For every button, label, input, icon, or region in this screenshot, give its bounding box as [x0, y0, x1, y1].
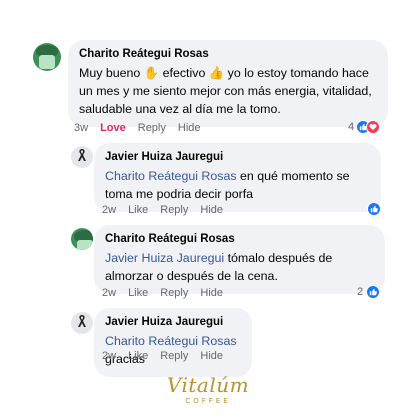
- comment-author[interactable]: Javier Huiza Jauregui: [105, 316, 241, 328]
- reaction-summary[interactable]: 4: [348, 120, 381, 134]
- like-button[interactable]: Like: [128, 350, 148, 362]
- comment-author[interactable]: Charito Reátegui Rosas: [105, 233, 374, 245]
- mention-link[interactable]: Charito Reátegui Rosas: [105, 334, 237, 348]
- black-ribbon-icon: [76, 148, 88, 167]
- avatar[interactable]: [71, 146, 93, 168]
- reply-button[interactable]: Reply: [160, 350, 188, 362]
- thumbs-up-emoji-icon: 👍: [208, 66, 225, 80]
- love-icon: [366, 120, 381, 134]
- reaction-count: 2: [357, 286, 364, 298]
- brand-subtitle: COFFEE: [185, 397, 231, 405]
- hide-button[interactable]: Hide: [178, 122, 201, 134]
- reaction-summary[interactable]: 2: [357, 285, 381, 299]
- reply-button[interactable]: Reply: [160, 287, 188, 299]
- avatar[interactable]: [33, 43, 61, 71]
- like-icon: [366, 285, 381, 299]
- brand-name: Vitalúm: [166, 373, 250, 397]
- comment-author[interactable]: Charito Reátegui Rosas: [79, 48, 377, 60]
- brand-logo: Vitalúm COFFEE: [0, 375, 416, 405]
- reply-button[interactable]: Reply: [160, 204, 188, 216]
- mention-link[interactable]: Javier Huiza Jauregui: [105, 251, 224, 265]
- comment-actions: 2w Like Reply Hide: [102, 350, 223, 362]
- like-icon: [367, 202, 381, 216]
- like-button[interactable]: Like: [128, 287, 148, 299]
- avatar[interactable]: [71, 312, 93, 334]
- mention-link[interactable]: Charito Reátegui Rosas: [105, 169, 237, 183]
- timestamp[interactable]: 2w: [102, 204, 116, 216]
- reaction-count: 4: [348, 121, 355, 133]
- timestamp[interactable]: 2w: [102, 287, 116, 299]
- comment-bubble: Javier Huiza Jauregui Charito Reátegui R…: [94, 308, 252, 377]
- reaction-summary[interactable]: [367, 202, 381, 216]
- comment-author[interactable]: Javier Huiza Jauregui: [105, 151, 370, 163]
- comment-bubble: Charito Reátegui Rosas Muy bueno ✋ efect…: [68, 40, 388, 127]
- timestamp[interactable]: 3w: [74, 122, 88, 134]
- comment-actions: 2w Like Reply Hide: [102, 204, 223, 216]
- thumbs-up-emoji-icon: ✋: [143, 66, 160, 80]
- black-ribbon-icon: [76, 314, 88, 333]
- comment-bubble: Javier Huiza Jauregui Charito Reátegui R…: [94, 143, 381, 212]
- comment-text: Muy bueno ✋ efectivo 👍 yo lo estoy toman…: [79, 66, 372, 116]
- comment-actions: 3w Love Reply Hide: [74, 122, 201, 134]
- hide-button[interactable]: Hide: [200, 204, 223, 216]
- comment-text: Charito Reátegui Rosas en qué momento se…: [105, 169, 350, 201]
- avatar[interactable]: [71, 228, 93, 250]
- hide-button[interactable]: Hide: [200, 287, 223, 299]
- love-button[interactable]: Love: [100, 122, 126, 134]
- comment-text: Javier Huiza Jauregui tómalo después de …: [105, 251, 333, 283]
- timestamp[interactable]: 2w: [102, 350, 116, 362]
- reply-button[interactable]: Reply: [138, 122, 166, 134]
- like-button[interactable]: Like: [128, 204, 148, 216]
- comment-actions: 2w Like Reply Hide: [102, 287, 223, 299]
- comment-bubble: Charito Reátegui Rosas Javier Huiza Jaur…: [94, 225, 385, 294]
- hide-button[interactable]: Hide: [200, 350, 223, 362]
